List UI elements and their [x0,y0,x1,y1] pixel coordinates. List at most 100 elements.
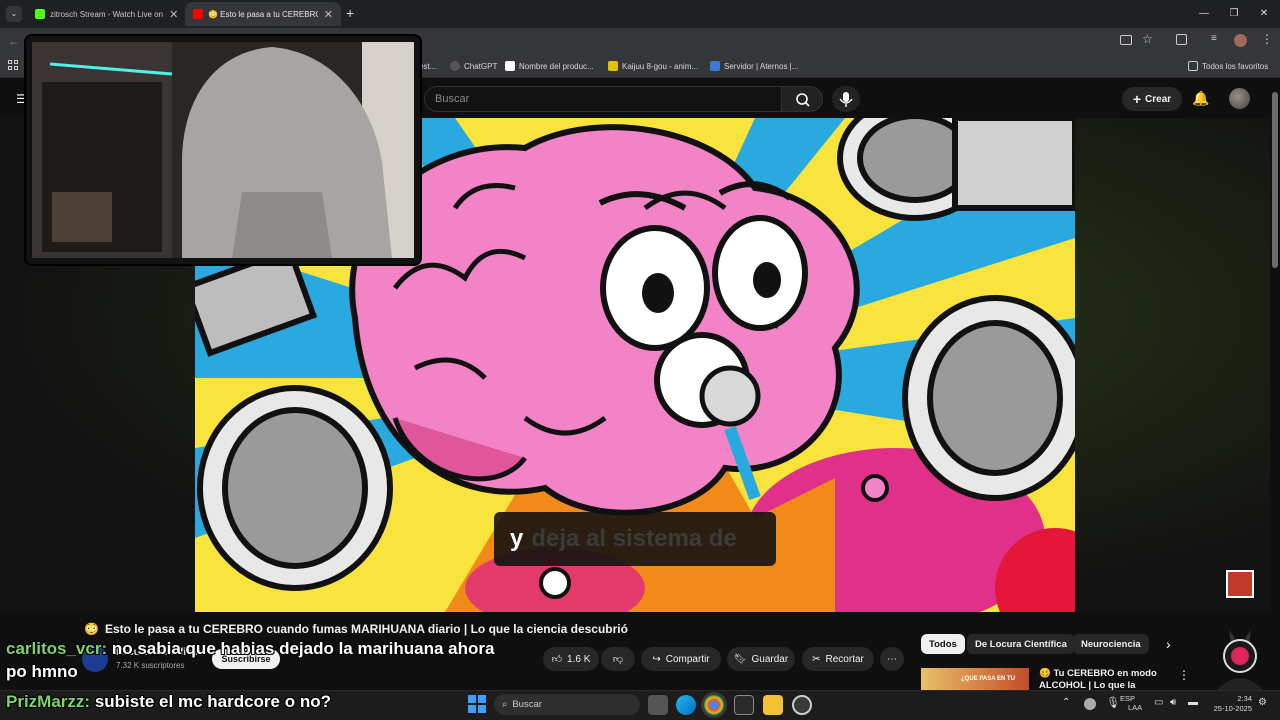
tray-mic-icon[interactable]: 🎙︎ [1106,696,1120,709]
dislike-button[interactable]: 👎︎ [601,647,635,671]
scissors-icon: ✂ [812,653,821,665]
scrollbar-thumb[interactable] [1272,92,1278,268]
notifications-bell-icon[interactable]: 🔔 [1192,90,1209,107]
folder-icon [1188,61,1198,71]
lang-layout: LAA [1128,703,1143,712]
minimize-icon[interactable]: — [1194,6,1214,22]
search-input[interactable]: Buscar [424,86,782,112]
caption-upcoming-words: deja al sistema de [531,525,737,552]
more-actions-button[interactable]: ⋯ [880,647,904,671]
bookmark-item[interactable]: Nombre del produc... [505,59,594,73]
tab-label: 😳 Esto le pasa a tu CEREBRO c [208,9,318,19]
video-caption: y deja al sistema de [494,512,776,566]
bookmark-label: Nombre del produc... [519,61,594,71]
save-button[interactable]: 🔖︎ Guardar [727,647,795,671]
chat-message: carlitos_vcr: no sabia que habias dejado… [6,639,494,659]
lang-code: ESP [1120,694,1136,703]
plus-icon: + [1132,91,1142,107]
webcam-overlay [26,36,420,264]
chrome-menu-icon[interactable]: ⋮ [1261,32,1273,46]
all-bookmarks-label: Todos los favoritos [1202,61,1269,71]
search-button[interactable] [781,86,823,112]
edge-browser-icon[interactable] [676,695,696,715]
share-label: Compartir [665,653,710,665]
search-icon: ⌕ [502,699,508,710]
clip-label: Recortar [825,653,864,665]
bookmark-label: Kaijuu 8-gou - anim... [622,61,699,71]
windows-start-icon[interactable] [468,695,486,713]
clock[interactable]: 2:34 25-10-2025 [1208,694,1252,714]
task-view-icon[interactable] [648,695,668,715]
chips-next-chevron-icon[interactable]: › [1166,636,1171,652]
tray-app-icon[interactable] [1084,698,1096,710]
subscriber-count: 7.32 K suscriptores [116,661,185,670]
chatgpt-icon [450,61,460,71]
tab-youtube-video[interactable]: 😳 Esto le pasa a tu CEREBRO c ✕ [185,2,341,26]
tab-kick-stream[interactable]: zitrosch Stream - Watch Live on ✕ [27,2,179,26]
language-indicator[interactable]: ESP LAA [1120,694,1142,712]
clock-time: 2:34 [1237,694,1252,703]
new-tab-plus-icon[interactable]: + [346,6,360,20]
recommended-thumb-text: ¿QUE PASA EN TU [961,676,1016,682]
all-bookmarks[interactable]: Todos los favoritos [1188,59,1268,73]
battery-icon[interactable]: ▬ [1188,697,1198,708]
search-icon [796,93,810,107]
voice-search-button[interactable] [832,86,860,112]
streamer-mascot-avatar [1217,630,1263,690]
close-tab-icon[interactable]: ✕ [163,8,178,21]
restore-icon[interactable]: ❐ [1224,6,1244,22]
tab-search-chevron-icon[interactable]: ⌄ [6,6,22,22]
profile-avatar[interactable] [1234,34,1247,47]
chip-de-locura-cientifica[interactable]: De Locura Científica [967,634,1075,654]
recommended-emoji-icon: 🥴 [1039,668,1051,679]
more-horizontal-icon: ⋯ [887,653,897,665]
bookmark-item[interactable]: est... [419,59,436,73]
recommended-thumbnail[interactable]: ¿QUE PASA EN TU [921,668,1029,690]
video-title: 😳 Esto le pasa a tu CEREBRO cuando fumas… [84,622,628,636]
extensions-icon[interactable] [1176,34,1187,45]
obs-icon[interactable] [792,695,812,715]
epic-games-icon[interactable] [734,695,754,715]
file-explorer-icon[interactable] [763,695,783,715]
notification-center-icon[interactable]: ⚙︎ [1258,697,1267,708]
bookmark-item[interactable]: Kaijuu 8-gou - anim... [608,59,698,73]
tray-chevron-icon[interactable]: ⌃ [1062,697,1070,708]
taskbar-search-placeholder: Buscar [512,699,542,710]
channel-watermark[interactable] [1226,570,1254,598]
close-window-icon[interactable]: ✕ [1254,6,1274,22]
recommended-more-icon[interactable]: ⋮ [1178,668,1190,682]
share-button[interactable]: ↪ Compartir [641,647,721,671]
thumbs-up-icon: 👍︎ [551,654,563,665]
bookmark-label: ChatGPT [464,61,498,71]
chat-message-continued: po hmno [6,662,78,682]
chrome-icon[interactable] [704,695,724,715]
back-arrow-icon[interactable]: ← [8,34,20,48]
bookmark-label: est... [419,61,437,71]
like-button[interactable]: 👍︎ 1.6 K [543,647,599,671]
media-control-icon[interactable]: ≡ [1211,33,1217,44]
chat-text: subiste el mc hardcore o no? [94,692,331,711]
aternos-icon [710,61,720,71]
chat-text: no sabia que habias dejado la marihuana … [111,639,495,658]
kick-favicon-icon [35,9,45,19]
bookmark-item[interactable]: Servidor | Aternos |... [710,59,798,73]
clock-date: 25-10-2025 [1213,704,1252,713]
clip-button[interactable]: ✂ Recortar [802,647,874,671]
microphone-icon [839,92,853,107]
chat-username: PrizMarzz: [6,692,91,711]
chip-todos[interactable]: Todos [921,634,965,654]
create-label: Crear [1145,93,1172,105]
cast-icon[interactable] [1120,35,1132,45]
create-button[interactable]: + Crear [1122,87,1182,111]
chip-neurociencia[interactable]: Neurociencia [1073,634,1149,654]
bookmark-chatgpt[interactable]: ChatGPT [450,59,497,73]
save-label: Guardar [751,653,789,665]
volume-icon[interactable]: 🔊︎ [1170,697,1176,708]
account-avatar[interactable] [1229,88,1250,109]
shopify-s-icon [505,61,515,71]
taskbar-search[interactable]: ⌕ Buscar [494,694,640,715]
network-icon[interactable]: ▭ [1154,697,1163,708]
close-tab-icon[interactable]: ✕ [318,8,333,21]
bookmark-star-icon[interactable]: ☆ [1142,32,1153,46]
apps-grid-icon[interactable] [8,60,18,70]
